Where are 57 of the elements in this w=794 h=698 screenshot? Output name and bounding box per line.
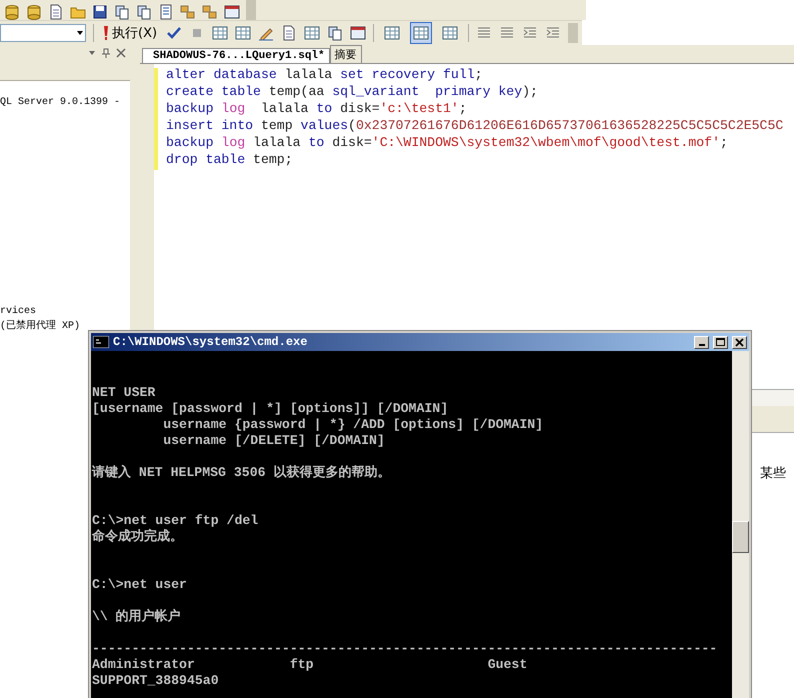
close-icon [733,336,746,348]
message-text: 某些 [760,466,786,481]
code-line: alter database lalala set recovery full; [166,66,484,83]
tree-item[interactable]: QL Server 9.0.1399 - [0,97,120,108]
document-icon[interactable] [281,25,298,41]
results-button[interactable] [410,22,432,44]
console-line: 请键入 NET HELPMSG 3506 以获得更多的帮助。 [92,465,392,481]
console-line: Administrator ftp Guest [92,657,528,673]
code-line: backup log lalala to disk='c:\test1'; [166,100,468,117]
copy-icon[interactable] [327,25,344,41]
console-line: C:\>net user [92,577,188,593]
copy-icon[interactable] [136,4,152,20]
tree-item[interactable]: rvices [0,304,130,319]
minimize-icon [698,344,704,346]
grid-icon[interactable] [304,25,320,41]
console-line: 命令成功完成。 [92,529,184,545]
close-button[interactable] [732,336,747,348]
execute-button[interactable]: 执行(X) [101,24,160,42]
code-line: drop table temp; [166,151,294,168]
console-line: \\ 的用户帐户 [92,609,182,625]
boxes-icon[interactable] [180,4,196,20]
dropdown-icon[interactable] [88,48,96,56]
console-line: ------------------------------------------------------------------------------- [92,641,718,657]
copy-icon[interactable] [114,4,130,20]
code-line: create table temp(aa sql_variant primary key); [166,83,539,100]
minimize-button[interactable] [694,336,709,348]
maximize-button[interactable] [713,336,728,348]
list-icon[interactable] [158,4,174,20]
check-icon[interactable] [166,25,182,41]
editor-tab[interactable]: SHADOWUS-76...LQuery1.sql* [142,48,330,63]
grid-icon[interactable] [212,25,228,41]
console-icon [93,336,109,348]
scroll-thumb[interactable] [732,521,749,553]
boxes-icon[interactable] [202,4,218,20]
console-line: username {password | *} /ADD [options] [/DOMAIN] [162,417,544,433]
console-line: C:\>net user ftp /del [92,513,260,528]
code-line: backup log lalala to disk='C:\WINDOWS\system32\wbem\mof\good\test.mof'; [166,134,729,151]
console-line: SUPPORT_388945a0 [92,673,220,689]
console-line: [username [password | *] [options]] [/DOMAIN] [92,401,450,417]
tree-item[interactable]: (已禁用代理 XP) [0,319,130,334]
exclamation-icon [103,25,109,41]
database-icon[interactable] [4,4,20,20]
save-icon[interactable] [92,4,108,20]
grid-icon[interactable] [235,25,252,41]
editor-tab[interactable]: 摘要 [330,45,362,63]
console-line: username [/DELETE] [/DOMAIN] [162,433,386,449]
console-line: NET USER [92,385,156,401]
scrollbar[interactable] [732,351,749,698]
window-icon[interactable] [350,25,366,41]
code-line: insert into temp values(0x23707261676D61206E616D65737061636528225C5C5C5C2E5C5C [166,117,784,134]
database-icon[interactable] [26,4,42,20]
window-title: C:\WINDOWS\system32\cmd.exe [113,335,308,349]
window-icon[interactable] [224,4,240,20]
close-icon[interactable] [116,48,126,58]
pin-icon[interactable] [101,48,111,58]
document-icon[interactable] [48,4,64,20]
maximize-icon [714,336,727,348]
